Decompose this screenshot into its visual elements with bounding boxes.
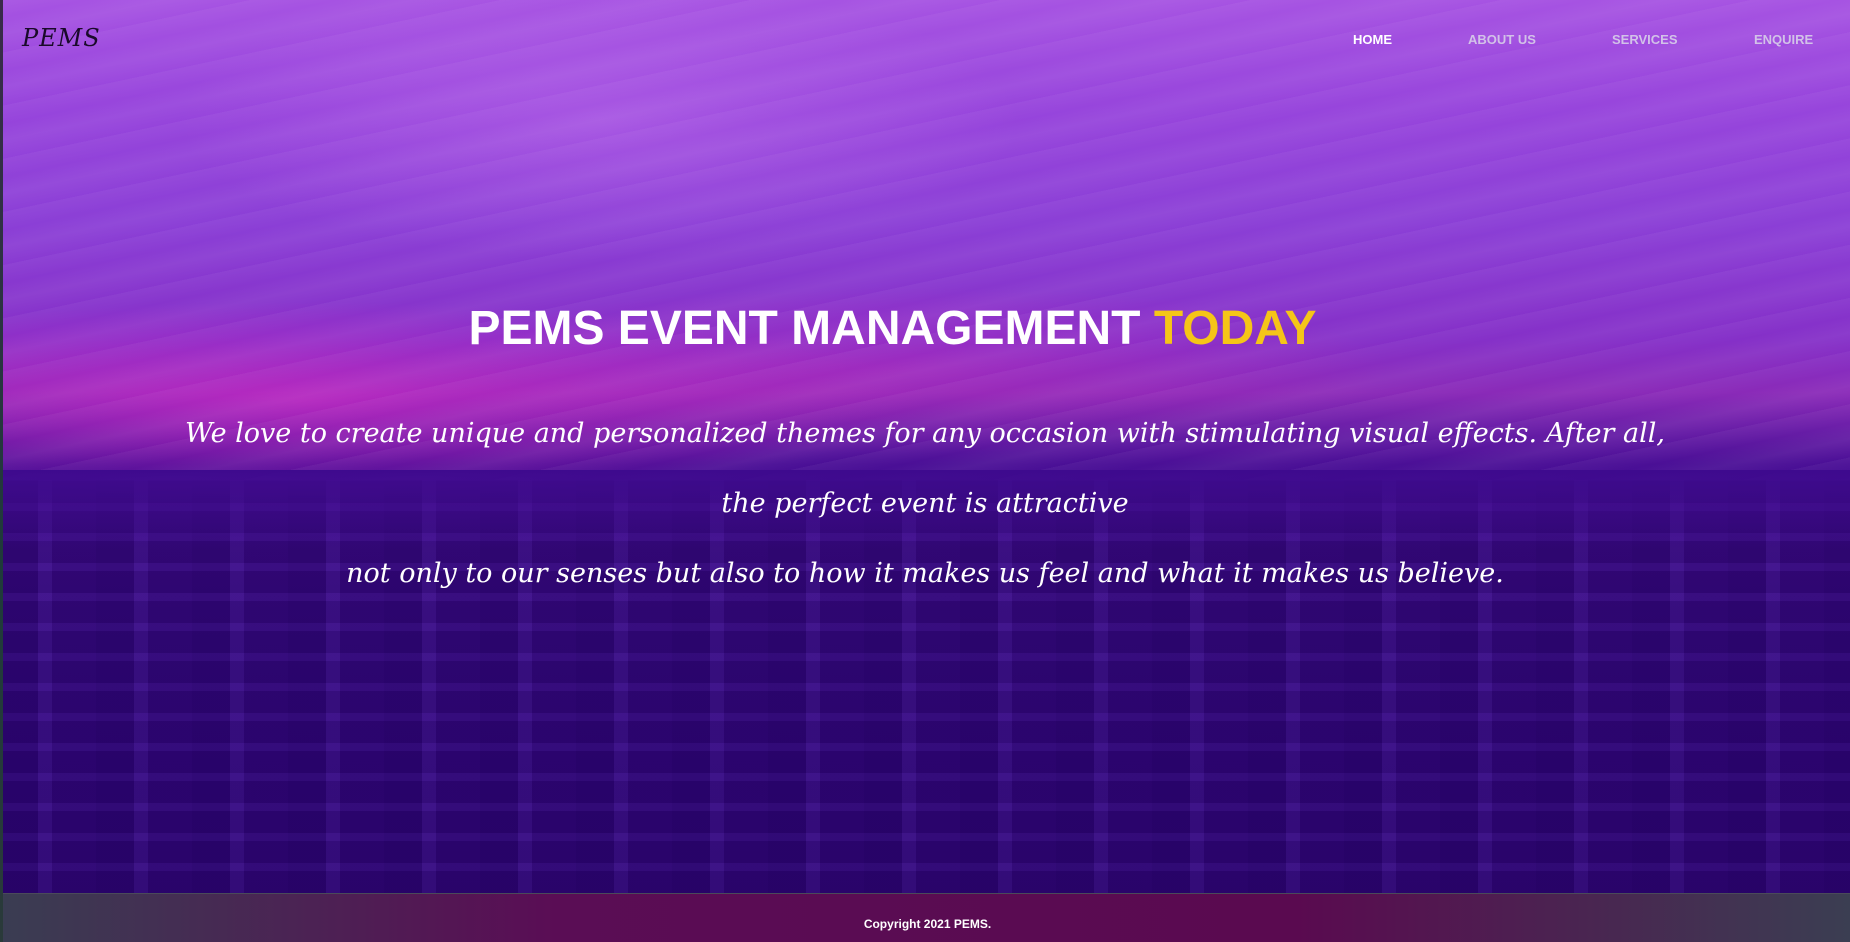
nav-home-link[interactable]: HOME <box>1353 32 1392 47</box>
headline-main-text: PEMS EVENT MANAGEMENT <box>468 302 1154 355</box>
sky-clouds <box>0 0 1850 480</box>
nav-about-us-link[interactable]: ABOUT US <box>1468 32 1536 47</box>
hero-headline: PEMS EVENT MANAGEMENT TODAY <box>0 301 1785 356</box>
tagline-line-1: We love to create unique and personalize… <box>185 418 1665 449</box>
footer-copyright: Copyright 2021 PEMS. <box>863 917 992 931</box>
tagline-line-3: not only to our senses but also to how i… <box>346 558 1504 589</box>
nav-enquire-link[interactable]: ENQUIRE <box>1754 32 1813 47</box>
main-nav: HOME ABOUT US SERVICES ENQUIRE <box>0 32 1850 52</box>
tagline-line-2: the perfect event is attractive <box>721 488 1129 519</box>
page: PEMS HOME ABOUT US SERVICES ENQUIRE PEMS… <box>0 0 1850 942</box>
nav-services-link[interactable]: SERVICES <box>1612 32 1678 47</box>
page-footer: Copyright 2021 PEMS. <box>0 893 1850 942</box>
headline-accent-text: TODAY <box>1153 302 1317 355</box>
window-edge <box>0 0 3 942</box>
